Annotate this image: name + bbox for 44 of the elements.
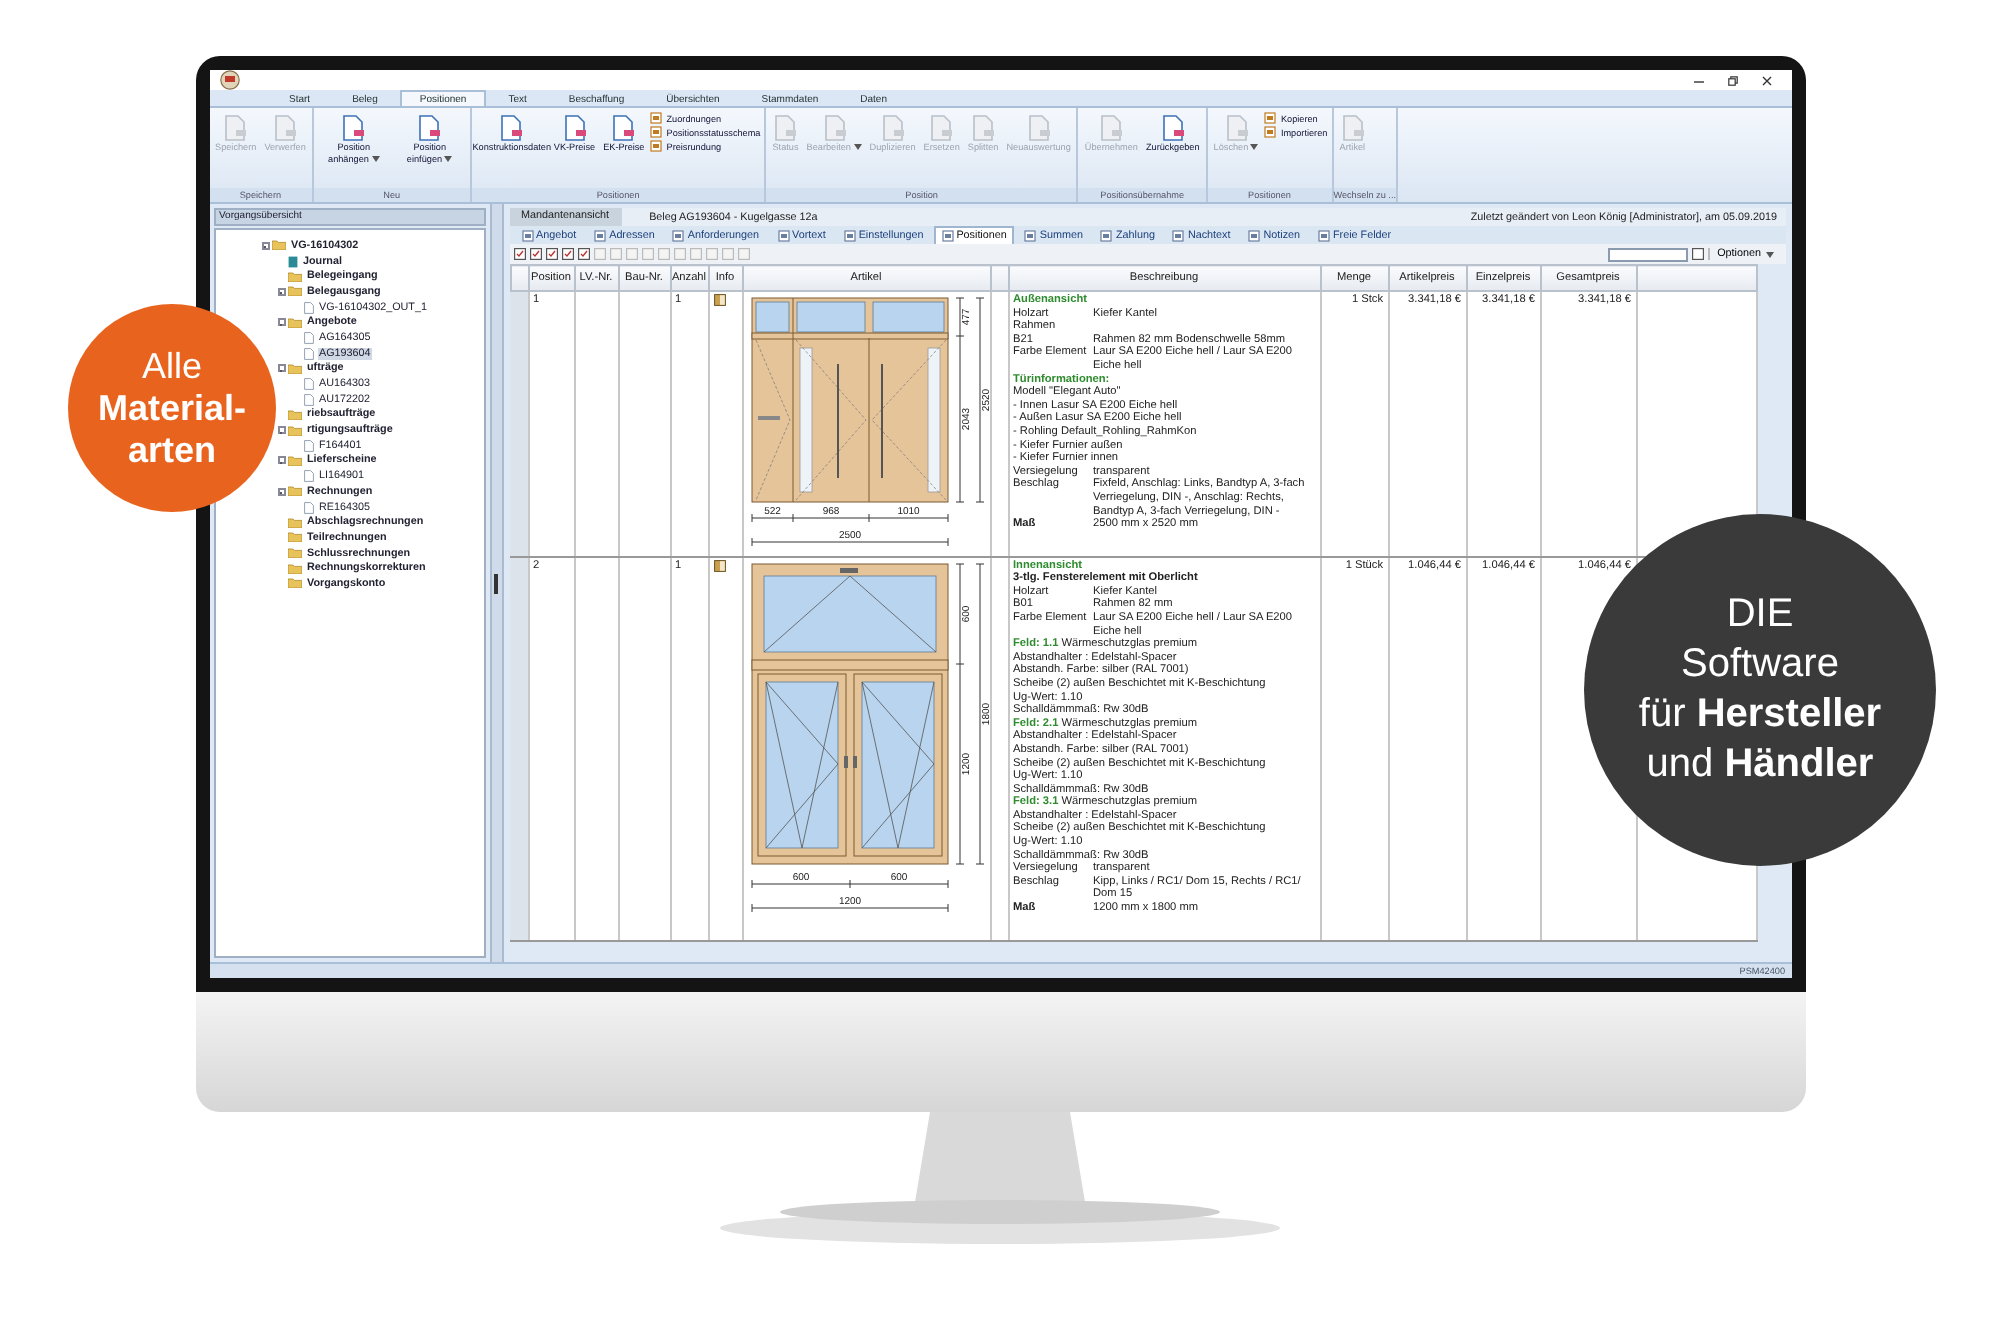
- collapse-toggle[interactable]: [277, 426, 285, 435]
- info-icon: [713, 559, 725, 572]
- caret-icon: [1765, 251, 1773, 257]
- restore-icon[interactable]: [1727, 75, 1737, 85]
- folder-icon: [288, 455, 302, 466]
- toolbar-icon[interactable]: [1691, 248, 1704, 260]
- tab-icon: [594, 229, 607, 241]
- tab-icon: [1248, 229, 1261, 241]
- collapse-toggle[interactable]: [277, 318, 285, 327]
- splitter-handle-icon[interactable]: [494, 573, 498, 593]
- tab-icon: [1100, 229, 1113, 241]
- tab-icon: [777, 229, 790, 241]
- tab-icon: [941, 229, 954, 241]
- toolbar-icon[interactable]: [545, 248, 557, 260]
- caret-icon: [853, 144, 862, 150]
- info-icon: [713, 294, 725, 306]
- caret-icon: [371, 155, 380, 161]
- tab-icon: [1318, 229, 1331, 241]
- toolbar-icon[interactable]: [577, 248, 589, 260]
- tab-icon: [1172, 229, 1185, 241]
- collapse-toggle[interactable]: [277, 456, 285, 465]
- promo-badge: Alle Material-arten: [68, 304, 276, 512]
- tab-icon: [672, 229, 685, 241]
- collapse-toggle[interactable]: [261, 241, 269, 250]
- folder-icon: [288, 363, 302, 374]
- caret-icon: [1250, 144, 1259, 150]
- toolbar-icon[interactable]: [561, 248, 573, 260]
- minimize-icon[interactable]: [1693, 75, 1703, 85]
- folder-icon: [272, 240, 286, 251]
- toolbar-icon[interactable]: [513, 248, 525, 260]
- collapse-toggle[interactable]: [277, 287, 285, 296]
- tab-icon: [521, 229, 533, 241]
- tab-icon: [843, 229, 856, 241]
- folder-icon: [288, 486, 302, 497]
- app-logo-icon: [217, 70, 241, 90]
- toolbar-icon[interactable]: [529, 248, 541, 260]
- collapse-toggle[interactable]: [277, 487, 285, 496]
- folder-icon: [288, 317, 302, 328]
- close-icon[interactable]: [1761, 75, 1771, 85]
- tab-icon: [1024, 229, 1037, 241]
- search-field[interactable]: [1607, 247, 1688, 261]
- book-icon: [288, 255, 298, 268]
- caret-icon: [444, 155, 453, 161]
- collapse-toggle[interactable]: [277, 364, 285, 373]
